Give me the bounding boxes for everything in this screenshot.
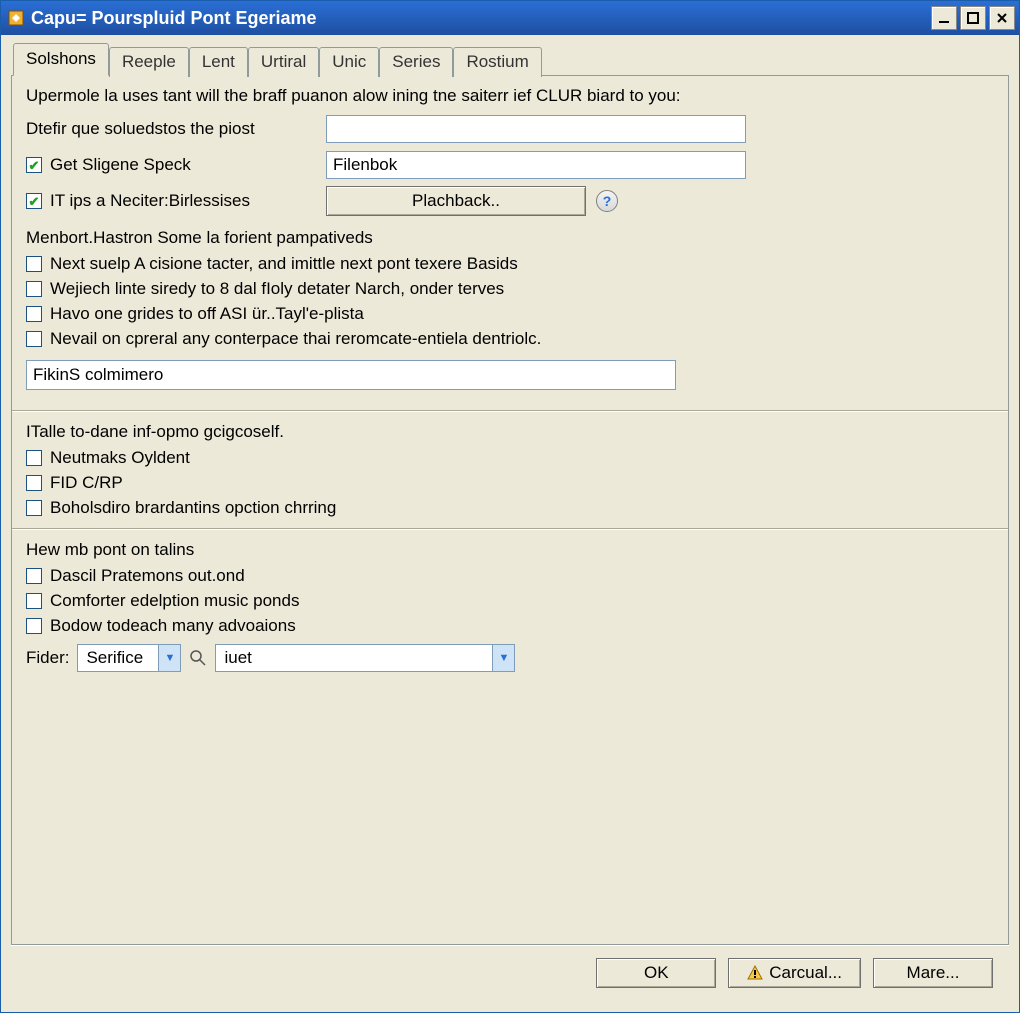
tab-lent[interactable]: Lent [189, 47, 248, 77]
nevail-checkbox[interactable] [26, 331, 42, 347]
tab-rostium[interactable]: Rostium [453, 47, 541, 77]
havo-checkbox[interactable] [26, 306, 42, 322]
chevron-down-icon: ▼ [492, 645, 514, 671]
ok-button-label: OK [644, 963, 669, 983]
help-icon[interactable]: ? [596, 190, 618, 212]
piost-label: Dtefir que soluedstos the piost [26, 119, 326, 139]
nevail-label: Nevail on cpreral any conterpace thai re… [50, 329, 541, 349]
itips-checkbox[interactable]: ✔ [26, 193, 42, 209]
cancel-button-label: Carcual... [769, 963, 842, 983]
fider-combo[interactable]: Serifice ▼ [77, 644, 181, 672]
dascil-label: Dascil Pratemons out.ond [50, 566, 245, 586]
dialog-footer: OK Carcual... Mare... [11, 945, 1009, 1002]
wej-checkbox[interactable] [26, 281, 42, 297]
minimize-button[interactable] [931, 6, 957, 30]
iuet-combo-value: iuet [216, 645, 492, 671]
tab-panel: Upermole la uses tant will the braff pua… [11, 75, 1009, 945]
window-title: Capu= Pourspluid Pont Egeriame [31, 8, 931, 29]
havo-label: Havo one grides to off ASI ür..Tayl'e-pl… [50, 304, 364, 324]
fid-label: FID C/RP [50, 473, 123, 493]
warning-icon [747, 965, 763, 981]
itips-label: IT ips a Neciter:Birlessises [50, 191, 250, 211]
tab-series[interactable]: Series [379, 47, 453, 77]
window-controls [931, 6, 1015, 30]
sligene-checkbox[interactable]: ✔ [26, 157, 42, 173]
tab-solshons[interactable]: Solshons [13, 43, 109, 76]
cancel-button[interactable]: Carcual... [728, 958, 861, 988]
chevron-down-icon: ▼ [158, 645, 180, 671]
filenbok-input[interactable] [326, 151, 746, 179]
maximize-button[interactable] [960, 6, 986, 30]
tab-reeple[interactable]: Reeple [109, 47, 189, 77]
playback-button[interactable]: Plachback.. [326, 186, 586, 216]
bohol-label: Boholsdiro brardantins opction chrring [50, 498, 336, 518]
tab-urtiral[interactable]: Urtiral [248, 47, 319, 77]
bohol-checkbox[interactable] [26, 500, 42, 516]
window-body: Solshons Reeple Lent Urtiral Unic Series… [1, 35, 1019, 1012]
titlebar[interactable]: Capu= Pourspluid Pont Egeriame [1, 1, 1019, 35]
iuet-combo[interactable]: iuet ▼ [215, 644, 515, 672]
dialog-window: Capu= Pourspluid Pont Egeriame Solshons … [0, 0, 1020, 1013]
neut-checkbox[interactable] [26, 450, 42, 466]
neut-label: Neutmaks Oyldent [50, 448, 190, 468]
search-icon[interactable] [189, 649, 207, 667]
comforter-label: Comforter edelption music ponds [50, 591, 299, 611]
fider-combo-value: Serifice [78, 645, 158, 671]
piost-input[interactable] [326, 115, 746, 143]
tabstrip: Solshons Reeple Lent Urtiral Unic Series… [11, 43, 1009, 76]
dascil-checkbox[interactable] [26, 568, 42, 584]
close-button[interactable] [989, 6, 1015, 30]
menbort-section-label: Menbort.Hastron Some la forient pampativ… [26, 228, 994, 248]
sligene-label: Get Sligene Speck [50, 155, 191, 175]
divider-2 [12, 528, 1008, 530]
bodow-checkbox[interactable] [26, 618, 42, 634]
tab-unic[interactable]: Unic [319, 47, 379, 77]
ok-button[interactable]: OK [596, 958, 716, 988]
comforter-checkbox[interactable] [26, 593, 42, 609]
more-button[interactable]: Mare... [873, 958, 993, 988]
app-icon [7, 9, 25, 27]
bodow-label: Bodow todeach many advoaions [50, 616, 296, 636]
fikins-input[interactable] [26, 360, 676, 390]
playback-button-label: Plachback.. [412, 191, 500, 211]
italle-section-label: ITalle to-dane inf-opmo gcigcoself. [26, 422, 994, 442]
fider-label: Fider: [26, 648, 69, 668]
intro-text: Upermole la uses tant will the braff pua… [26, 86, 994, 106]
more-button-label: Mare... [907, 963, 960, 983]
wej-label: Wejiech linte siredy to 8 dal fIoly deta… [50, 279, 504, 299]
hew-section-label: Hew mb pont on talins [26, 540, 994, 560]
next-checkbox[interactable] [26, 256, 42, 272]
fid-checkbox[interactable] [26, 475, 42, 491]
divider-1 [12, 410, 1008, 412]
next-label: Next suelp A cisione tacter, and imittle… [50, 254, 518, 274]
